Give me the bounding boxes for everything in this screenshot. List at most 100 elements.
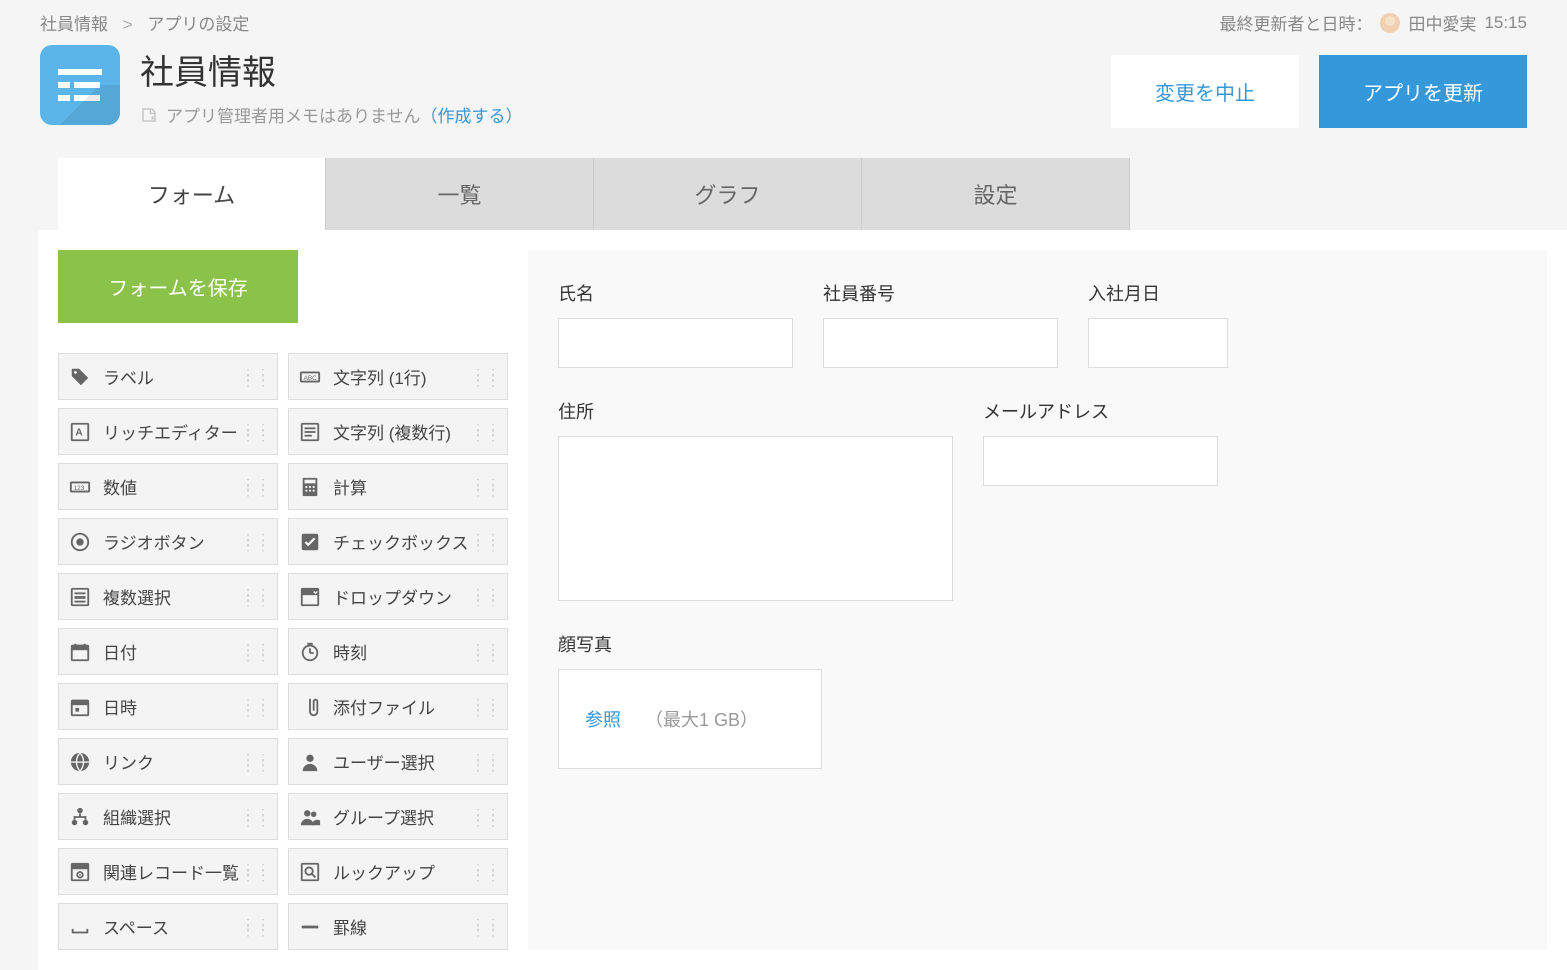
- group-icon: [299, 806, 321, 828]
- input-name[interactable]: [558, 318, 793, 368]
- palette-item-label: 罫線: [333, 914, 367, 939]
- field-label-email: メールアドレス: [983, 398, 1218, 424]
- palette-related[interactable]: 関連レコード一覧⋮⋮⋮⋮: [58, 848, 278, 895]
- memo-row: アプリ管理者用メモはありません （作成する）: [140, 102, 1111, 127]
- palette-item-label: ユーザー選択: [333, 749, 435, 774]
- palette-multi-select[interactable]: 複数選択⋮⋮⋮⋮: [58, 573, 278, 620]
- tag-icon: [69, 366, 91, 388]
- calc-icon: [299, 476, 321, 498]
- related-icon: [69, 861, 91, 883]
- max-size-note: （最大1 GB）: [645, 706, 758, 732]
- field-label-address: 住所: [558, 398, 953, 424]
- palette-lookup[interactable]: ルックアップ ⋮⋮⋮⋮: [288, 848, 508, 895]
- text-multi-icon: [299, 421, 321, 443]
- update-button[interactable]: アプリを更新: [1319, 55, 1527, 128]
- grip-icon: ⋮⋮⋮⋮: [471, 756, 501, 768]
- palette-radio[interactable]: ラジオボタン⋮⋮⋮⋮: [58, 518, 278, 565]
- palette-text-single[interactable]: ABC 文字列 (1行)⋮⋮⋮⋮: [288, 353, 508, 400]
- palette-link[interactable]: リンク⋮⋮⋮⋮: [58, 738, 278, 785]
- field-label-name: 氏名: [558, 280, 793, 306]
- breadcrumb-root[interactable]: 社員情報: [40, 15, 108, 34]
- palette-item-label: スペース: [103, 914, 169, 939]
- tab-settings[interactable]: 設定: [862, 158, 1130, 230]
- tab-form[interactable]: フォーム: [58, 158, 326, 230]
- grip-icon: ⋮⋮⋮⋮: [471, 536, 501, 548]
- grip-icon: ⋮⋮⋮⋮: [241, 426, 271, 438]
- palette-dropdown[interactable]: ドロップダウン⋮⋮⋮⋮: [288, 573, 508, 620]
- palette-item-label: 数値: [103, 474, 137, 499]
- palette-rich-editor[interactable]: A リッチエディター⋮⋮⋮⋮: [58, 408, 278, 455]
- text-single-icon: ABC: [299, 366, 321, 388]
- grip-icon: ⋮⋮⋮⋮: [241, 866, 271, 878]
- palette-item-label: グループ選択: [333, 804, 434, 829]
- palette-item-label: リンク: [103, 749, 154, 774]
- field-label-joindate: 入社月日: [1088, 280, 1228, 306]
- palette-checkbox[interactable]: チェックボックス⋮⋮⋮⋮: [288, 518, 508, 565]
- palette-item-label: 複数選択: [103, 584, 171, 609]
- input-email[interactable]: [983, 436, 1218, 486]
- palette-item-label: ルックアップ: [333, 859, 435, 884]
- link-icon: [69, 751, 91, 773]
- textarea-address[interactable]: [558, 436, 953, 601]
- input-empno[interactable]: [823, 318, 1058, 368]
- palette-org-select[interactable]: 組織選択 ⋮⋮⋮⋮: [58, 793, 278, 840]
- palette-date[interactable]: 日付 ⋮⋮⋮⋮: [58, 628, 278, 675]
- form-canvas[interactable]: 氏名 社員番号 入社月日 住所 メールアドレス: [528, 250, 1547, 950]
- tab-list[interactable]: 一覧: [326, 158, 594, 230]
- radio-icon: [69, 531, 91, 553]
- grip-icon: ⋮⋮⋮⋮: [241, 701, 271, 713]
- palette-group-select[interactable]: グループ選択 ⋮⋮⋮⋮: [288, 793, 508, 840]
- palette-item-label: 時刻: [333, 639, 367, 664]
- palette-label[interactable]: ラベル ⋮⋮⋮⋮: [58, 353, 278, 400]
- field-label-photo: 顔写真: [558, 631, 822, 657]
- palette-space[interactable]: スペース⋮⋮⋮⋮: [58, 903, 278, 950]
- tab-graph[interactable]: グラフ: [594, 158, 862, 230]
- dropdown-icon: [299, 586, 321, 608]
- palette-text-multi[interactable]: 文字列 (複数行)⋮⋮⋮⋮: [288, 408, 508, 455]
- palette-item-label: リッチエディター: [103, 419, 238, 444]
- grip-icon: ⋮⋮⋮⋮: [241, 481, 271, 493]
- hr-icon: [299, 916, 321, 938]
- grip-icon: ⋮⋮⋮⋮: [241, 811, 271, 823]
- grip-icon: ⋮⋮⋮⋮: [471, 811, 501, 823]
- grip-icon: ⋮⋮⋮⋮: [471, 646, 501, 658]
- cancel-button[interactable]: 変更を中止: [1111, 55, 1299, 128]
- palette-item-label: 計算: [333, 474, 367, 499]
- multi-select-icon: [69, 586, 91, 608]
- grip-icon: ⋮⋮⋮⋮: [241, 646, 271, 658]
- palette-item-label: 日時: [103, 694, 137, 719]
- palette-number[interactable]: 123 数値 ⋮⋮⋮⋮: [58, 463, 278, 510]
- last-updated-user: 田中愛実: [1408, 10, 1476, 35]
- input-joindate[interactable]: [1088, 318, 1228, 368]
- palette-attachment[interactable]: 添付ファイル⋮⋮⋮⋮: [288, 683, 508, 730]
- palette-user-select[interactable]: ユーザー選択 ⋮⋮⋮⋮: [288, 738, 508, 785]
- last-updated-time: 15:15: [1484, 13, 1527, 33]
- number-icon: 123: [69, 476, 91, 498]
- palette-item-label: 文字列 (1行): [333, 364, 427, 389]
- grip-icon: ⋮⋮⋮⋮: [471, 701, 501, 713]
- date-icon: [69, 641, 91, 663]
- memo-create-link[interactable]: （作成する）: [421, 102, 523, 127]
- app-title: 社員情報: [140, 45, 1111, 94]
- field-palette: ラベル⋮⋮⋮⋮ ABC 文字列 (1行)⋮⋮⋮⋮ A リッチエディター⋮⋮⋮⋮ …: [58, 353, 508, 950]
- palette-datetime[interactable]: 日時 ⋮⋮⋮⋮: [58, 683, 278, 730]
- save-form-button[interactable]: フォームを保存: [58, 250, 298, 323]
- svg-text:ABC: ABC: [304, 374, 318, 381]
- attachment-box[interactable]: 参照 （最大1 GB）: [558, 669, 822, 769]
- time-icon: [299, 641, 321, 663]
- tabs: フォーム 一覧 グラフ 設定: [58, 158, 1567, 230]
- palette-item-label: 日付: [103, 639, 137, 664]
- palette-item-label: 組織選択: [103, 804, 171, 829]
- svg-text:A: A: [75, 427, 83, 438]
- grip-icon: ⋮⋮⋮⋮: [241, 371, 271, 383]
- browse-link[interactable]: 参照: [585, 706, 621, 732]
- grip-icon: ⋮⋮⋮⋮: [241, 536, 271, 548]
- space-icon: [69, 916, 91, 938]
- palette-calc[interactable]: 計算⋮⋮⋮⋮: [288, 463, 508, 510]
- memo-icon: [140, 106, 158, 124]
- palette-time[interactable]: 時刻 ⋮⋮⋮⋮: [288, 628, 508, 675]
- palette-item-label: ラベル: [103, 364, 154, 389]
- avatar-icon: [1380, 13, 1400, 33]
- palette-hr[interactable]: 罫線⋮⋮⋮⋮: [288, 903, 508, 950]
- grip-icon: ⋮⋮⋮⋮: [471, 866, 501, 878]
